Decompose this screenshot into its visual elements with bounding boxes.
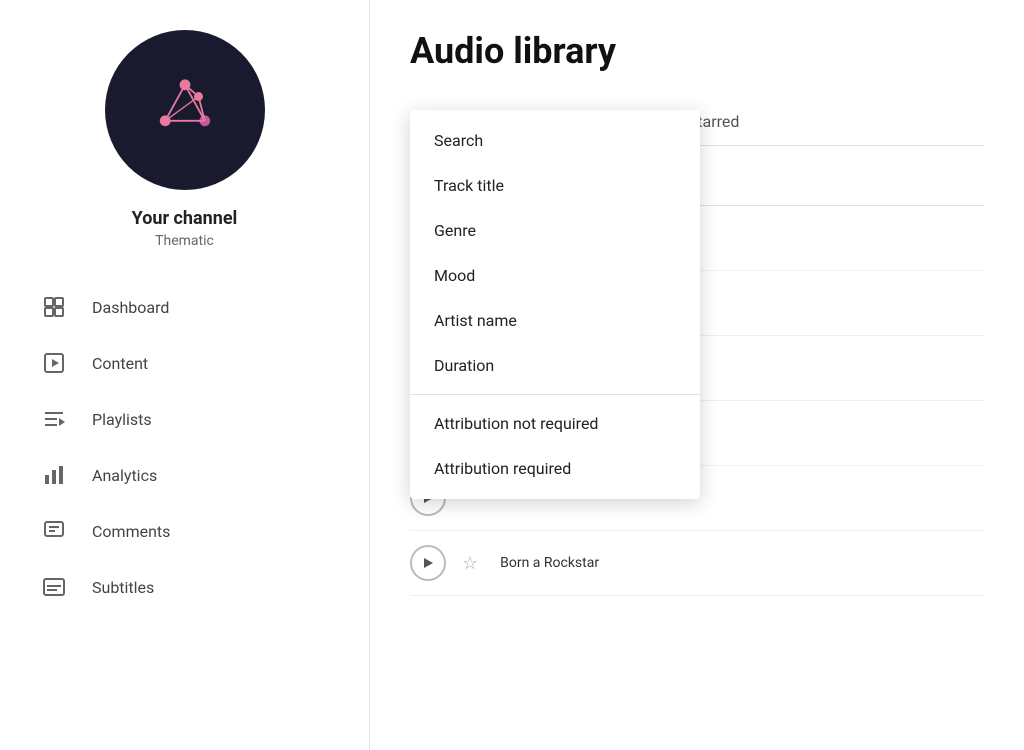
sidebar-item-content[interactable]: Content — [0, 335, 369, 391]
dropdown-item-search[interactable]: Search — [410, 118, 700, 163]
sidebar-item-comments[interactable]: Comments — [0, 503, 369, 559]
dropdown-item-mood[interactable]: Mood — [410, 253, 700, 298]
sidebar-item-analytics-label: Analytics — [92, 466, 157, 485]
channel-name: Your channel — [132, 208, 238, 229]
main-content: Audio library Free music Sound effects S… — [370, 0, 1024, 750]
dropdown-item-track-title[interactable]: Track title — [410, 163, 700, 208]
channel-handle: Thematic — [155, 233, 214, 249]
sidebar-item-dashboard[interactable]: Dashboard — [0, 279, 369, 335]
filter-dropdown: Search Track title Genre Mood Artist nam… — [410, 110, 700, 499]
subtitles-icon — [40, 573, 68, 601]
dropdown-item-artist-name[interactable]: Artist name — [410, 298, 700, 343]
star-icon[interactable]: ☆ — [462, 553, 478, 574]
track-row-born-a-rockstar: ☆ Born a Rockstar — [410, 531, 984, 596]
play-button-6[interactable] — [410, 545, 446, 581]
sidebar-item-content-label: Content — [92, 354, 148, 373]
nav-list: Dashboard Content Playlists — [0, 279, 369, 615]
sidebar-item-subtitles-label: Subtitles — [92, 578, 154, 597]
sidebar: Your channel Thematic Dashboard — [0, 0, 370, 750]
track-title-born-a-rockstar: Born a Rockstar — [500, 555, 599, 571]
sidebar-item-analytics[interactable]: Analytics — [0, 447, 369, 503]
sidebar-item-playlists-label: Playlists — [92, 410, 152, 429]
page-title: Audio library — [410, 30, 984, 72]
channel-avatar — [105, 30, 265, 190]
grid-icon — [40, 293, 68, 321]
dropdown-item-attribution-not-required[interactable]: Attribution not required — [410, 401, 700, 446]
content-icon — [40, 349, 68, 377]
sidebar-item-playlists[interactable]: Playlists — [0, 391, 369, 447]
playlists-icon — [40, 405, 68, 433]
sidebar-item-dashboard-label: Dashboard — [92, 298, 169, 317]
analytics-icon — [40, 461, 68, 489]
dropdown-item-genre[interactable]: Genre — [410, 208, 700, 253]
dropdown-item-attribution-required[interactable]: Attribution required — [410, 446, 700, 491]
sidebar-item-subtitles[interactable]: Subtitles — [0, 559, 369, 615]
comments-icon — [40, 517, 68, 545]
dropdown-divider — [410, 394, 700, 395]
dropdown-item-duration[interactable]: Duration — [410, 343, 700, 388]
sidebar-item-comments-label: Comments — [92, 522, 170, 541]
